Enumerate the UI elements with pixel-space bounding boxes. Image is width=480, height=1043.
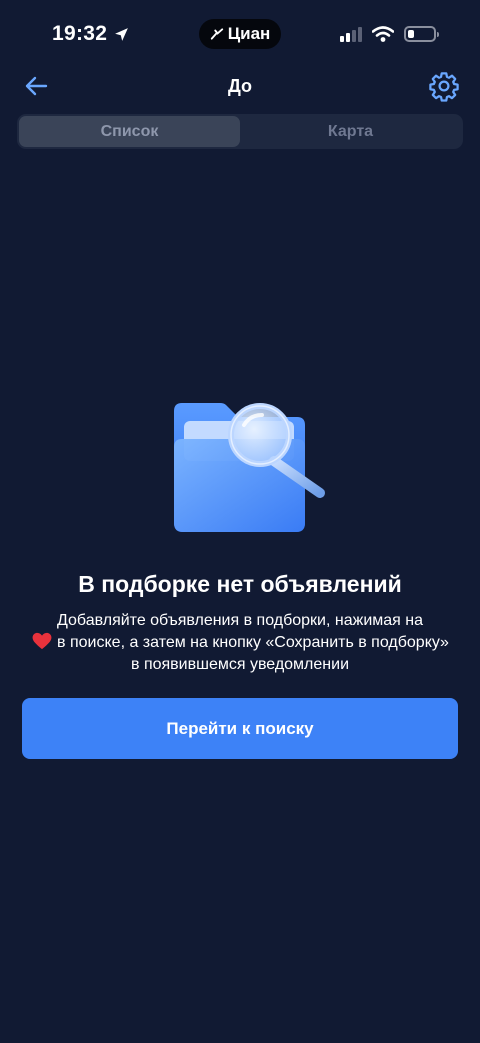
tab-map[interactable]: Карта [240,116,461,147]
cian-logo-icon [210,28,223,40]
empty-state-title: В подборке нет объявлений [78,571,402,597]
island-app-name: Циан [227,24,271,43]
navigation-bar: До [0,66,480,106]
settings-button[interactable] [428,70,460,102]
wifi-icon [372,26,394,42]
page-title: До [227,76,253,96]
view-switcher: Список Карта [17,114,463,149]
dynamic-island[interactable]: Циан [199,19,281,49]
heart-icon [32,632,52,650]
empty-state-description: Добавляйте объявления в подборки, нажима… [28,610,452,676]
empty-desc-part1: Добавляйте объявления в подборки, нажима… [56,612,423,629]
gear-icon [429,72,459,102]
status-time: 19:32 [52,22,130,46]
location-arrow-icon [115,27,129,41]
arrow-left-icon [25,76,48,96]
empty-desc-part2: в поиске, а затем на кнопку «Сохранить в… [57,634,449,673]
status-bar: 19:32 Циан [0,0,480,70]
cellular-signal-icon [340,26,362,42]
back-button[interactable] [20,70,52,102]
status-indicators [340,26,439,42]
battery-icon [404,26,439,42]
folder-search-icon [174,403,325,532]
go-to-search-button[interactable]: Перейти к поиску [22,698,458,759]
time-text: 19:32 [52,22,108,45]
tab-list[interactable]: Список [19,116,240,147]
